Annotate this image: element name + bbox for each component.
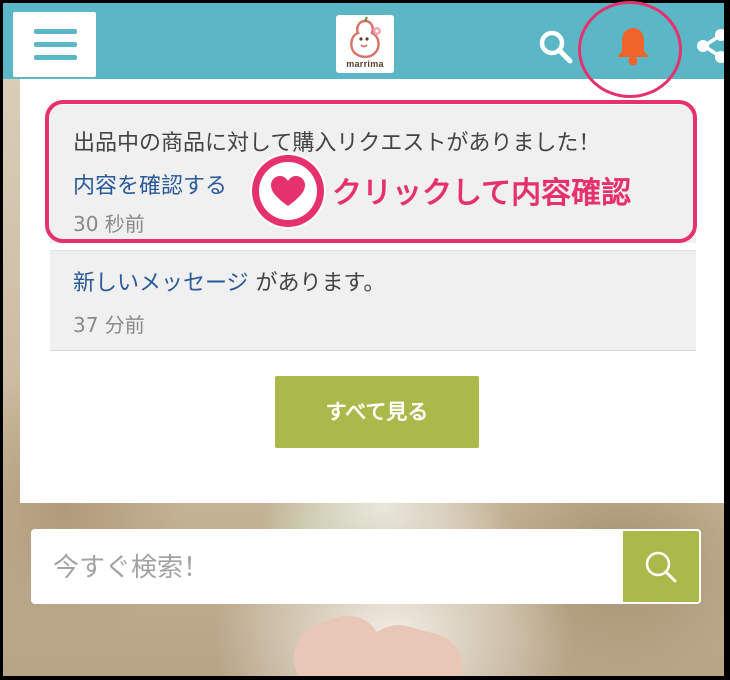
annotation-label: クリックして内容確認 xyxy=(332,176,632,211)
pear-logo-icon xyxy=(350,16,381,59)
search-input[interactable] xyxy=(51,529,615,606)
marrima-logo[interactable]: marrima xyxy=(336,15,394,73)
hamburger-menu-icon[interactable] xyxy=(13,12,96,77)
search-icon xyxy=(645,551,677,583)
logo-text: marrima xyxy=(346,59,384,69)
notification-time: 37 分前 xyxy=(73,313,145,337)
heart-icon-badge xyxy=(252,155,324,227)
notification-link[interactable]: 新しいメッセージ xyxy=(73,271,249,296)
share-icon[interactable] xyxy=(695,28,724,64)
search-box xyxy=(31,529,621,606)
notification-item[interactable]: 新しいメッセージ があります。 37 分前 xyxy=(50,250,696,351)
search-icon[interactable] xyxy=(537,28,575,66)
heart-icon xyxy=(271,176,305,206)
notification-text: があります。 xyxy=(248,271,386,296)
notification-message-line: 新しいメッセージ があります。 xyxy=(73,265,385,297)
bell-highlight-circle xyxy=(578,1,682,98)
see-all-button[interactable]: すべて見る xyxy=(275,376,479,448)
search-submit-button[interactable] xyxy=(621,529,701,604)
